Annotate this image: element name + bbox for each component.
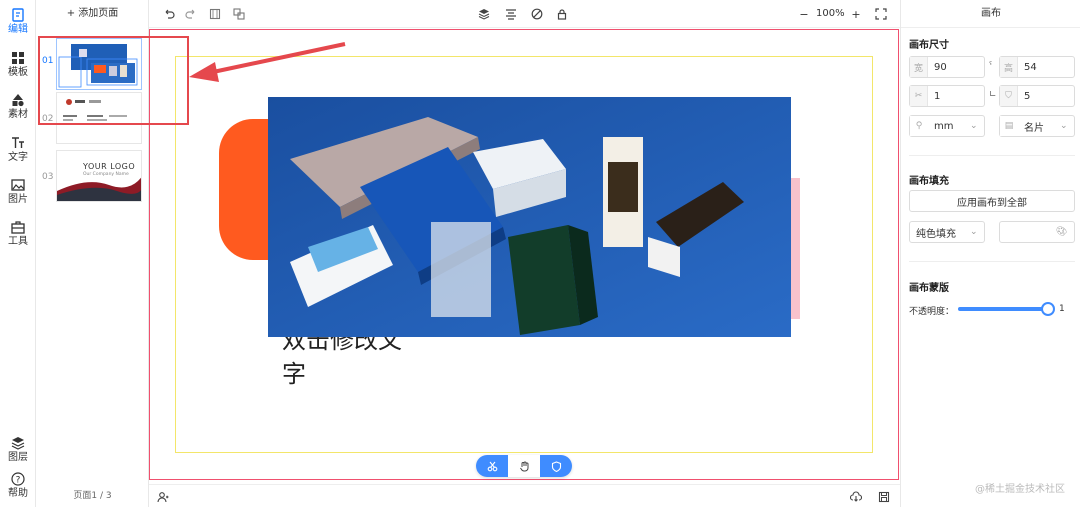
fullscreen-icon[interactable] [873, 6, 889, 22]
bleed-value: 1 [934, 90, 941, 102]
rail-item-edit[interactable]: 编辑 [0, 2, 36, 40]
opacity-slider-track[interactable] [958, 307, 1048, 311]
rail-label: 素材 [8, 108, 28, 120]
panel-title: 画布 [901, 0, 1080, 28]
align-icon[interactable] [503, 6, 519, 22]
palette-icon: 🎨︎ [1056, 227, 1068, 237]
rail-item-tools[interactable]: 工具 [0, 214, 36, 252]
thumb-company-text: Our Company Name [83, 172, 129, 177]
toolbox-icon [11, 220, 25, 234]
divider [909, 155, 1075, 156]
card-icon: ▤ [1000, 116, 1018, 136]
top-toolbar: − 100% + [149, 0, 900, 28]
save-icon[interactable] [876, 489, 892, 505]
annotation-highlight-box [38, 36, 189, 125]
canvas-area: 双击修改文 字 [149, 28, 900, 484]
properties-panel: 画布 画布尺寸 宽 90 ˁ 高 54 ✂ 1 ∟ ⛉ 5 ⚲ mm ⌄ ▤ 名… [900, 0, 1080, 507]
page-number: 03 [42, 172, 54, 182]
add-page-button[interactable]: + 添加页面 [36, 6, 149, 22]
rail-label: 帮助 [8, 487, 28, 499]
rail-item-material[interactable]: 素材 [0, 87, 36, 125]
fill-color-picker[interactable]: 🎨︎ [999, 221, 1075, 243]
link-icon[interactable]: ˁ [989, 61, 997, 71]
height-prefix: 高 [1000, 57, 1018, 77]
product-image[interactable] [268, 97, 791, 337]
chevron-down-icon: ⌄ [1060, 121, 1068, 131]
text-icon [11, 136, 25, 150]
rail-item-template[interactable]: 模板 [0, 45, 36, 83]
watermark-text: @稀土掘金技术社区 [975, 484, 1065, 495]
radius-value: 5 [1024, 90, 1031, 102]
canvas-mask-heading: 画布蒙版 [909, 283, 949, 294]
rail-item-help[interactable]: ? 帮助 [0, 466, 36, 504]
height-value: 54 [1024, 61, 1037, 73]
rail-item-image[interactable]: 图片 [0, 172, 36, 210]
layers-icon [11, 436, 25, 450]
opacity-label: 不透明度： [909, 307, 955, 317]
canvas-type-select[interactable]: ▤ 名片 ⌄ [999, 115, 1075, 137]
zoom-out-button[interactable]: − [796, 6, 812, 22]
redo-icon[interactable] [183, 6, 199, 22]
opacity-slider-thumb[interactable] [1041, 302, 1055, 316]
width-value: 90 [934, 61, 947, 73]
fill-mode-value: 纯色填充 [916, 228, 956, 240]
zoom-level: 100% [816, 8, 845, 19]
chevron-down-icon: ⌄ [970, 227, 978, 237]
page-thumbnail-3[interactable]: YOUR LOGO Our Company Name [56, 150, 142, 202]
rail-label: 图片 [8, 193, 28, 205]
apply-to-all-button[interactable]: 应用画布到全部 [909, 190, 1075, 212]
opacity-value: 1 [1059, 304, 1065, 314]
rail-label: 编辑 [8, 23, 28, 35]
grid-icon[interactable] [207, 6, 223, 22]
zoom-in-button[interactable]: + [848, 6, 864, 22]
group-icon[interactable] [231, 6, 247, 22]
fill-mode-select[interactable]: 纯色填充 ⌄ [909, 221, 985, 243]
crop-button[interactable] [476, 455, 508, 477]
rail-item-layers[interactable]: 图层 [0, 430, 36, 468]
image-action-toolbar [476, 455, 572, 477]
radius-field[interactable]: ⛉ 5 [999, 85, 1075, 107]
bottom-bar [149, 484, 900, 507]
bleed-field[interactable]: ✂ 1 [909, 85, 985, 107]
width-field[interactable]: 宽 90 [909, 56, 985, 78]
scissors-icon: ✂ [910, 86, 928, 106]
unit-select[interactable]: ⚲ mm ⌄ [909, 115, 985, 137]
help-icon: ? [11, 471, 25, 486]
user-icon[interactable] [155, 489, 171, 505]
rail-label: 模板 [8, 66, 28, 78]
edit-icon [11, 7, 25, 22]
canvas-fill-heading: 画布填充 [909, 176, 949, 187]
layers-stack-icon[interactable] [476, 6, 492, 22]
no-fill-icon[interactable] [529, 6, 545, 22]
rail-label: 文字 [8, 151, 28, 163]
template-icon [11, 51, 25, 65]
material-icon [11, 93, 25, 107]
page-indicator: 页面1 / 3 [73, 491, 112, 501]
cloud-download-icon[interactable] [848, 489, 864, 505]
hand-icon[interactable] [508, 455, 540, 477]
left-tool-rail: 编辑 模板 素材 文字 图片 工具 图层 ? 帮助 [0, 0, 36, 507]
thumb-logo-text: YOUR LOGO [83, 162, 136, 171]
shield-icon[interactable] [540, 455, 572, 477]
rail-label: 工具 [8, 235, 28, 247]
height-field[interactable]: 高 54 [999, 56, 1075, 78]
canvas-text-line: 字 [282, 360, 306, 388]
width-prefix: 宽 [910, 57, 928, 77]
unit-value: mm [934, 120, 954, 132]
chevron-down-icon: ⌄ [970, 121, 978, 131]
annotation-arrow [189, 42, 346, 82]
corner-icon: ∟ [989, 90, 997, 100]
undo-icon[interactable] [161, 6, 177, 22]
type-value: 名片 [1024, 122, 1044, 134]
image-icon [11, 178, 25, 192]
ruler-icon: ⚲ [910, 116, 928, 136]
rail-item-text[interactable]: 文字 [0, 130, 36, 168]
svg-text:?: ? [16, 475, 21, 485]
lock-icon[interactable] [554, 6, 570, 22]
divider [909, 261, 1075, 262]
canvas-size-heading: 画布尺寸 [909, 40, 949, 51]
shield-icon: ⛉ [1000, 86, 1018, 106]
rail-label: 图层 [8, 451, 28, 463]
